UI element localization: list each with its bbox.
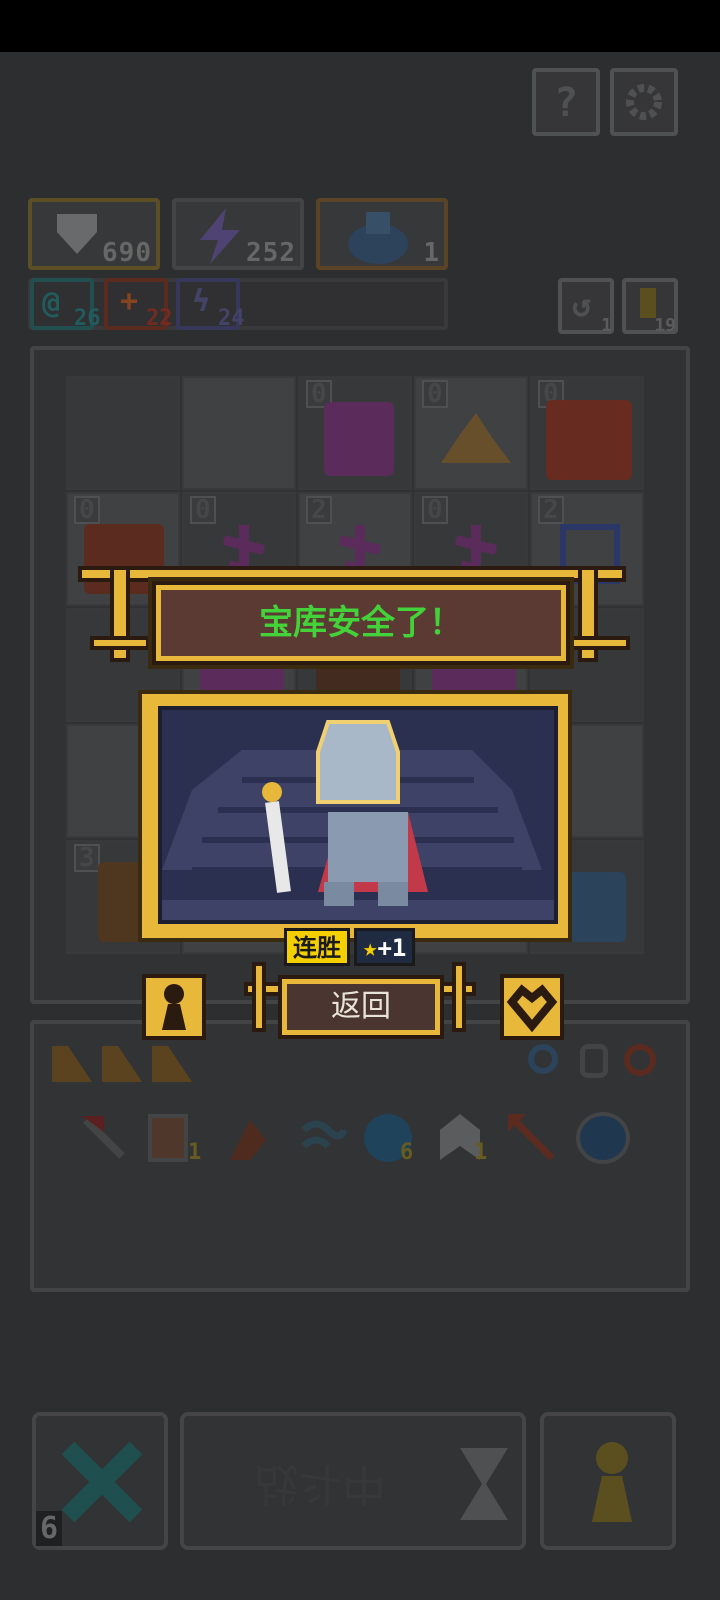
portrait <box>158 706 558 924</box>
heart-action-button[interactable] <box>500 974 564 1040</box>
knight-icon <box>262 720 428 906</box>
streak-bonus-badge: ★+1 <box>354 928 416 966</box>
return-button[interactable]: 返回 <box>278 975 444 1039</box>
streak-label: 连胜 <box>284 928 350 966</box>
status-bar <box>0 0 720 52</box>
banner-foot-left <box>90 636 150 650</box>
return-post-right <box>452 962 466 1032</box>
star-icon: ★ <box>363 934 378 962</box>
pawn-icon <box>162 984 186 1030</box>
streak-bonus: +1 <box>377 934 407 962</box>
win-streak: 连胜 ★+1 <box>284 928 416 966</box>
banner-rail <box>78 566 626 582</box>
return-post-left <box>252 962 266 1032</box>
victory-title: 宝库安全了！ <box>152 581 570 665</box>
banner-foot-right <box>570 636 630 650</box>
heart-icon <box>506 984 558 1033</box>
pawn-action-button[interactable] <box>142 974 206 1040</box>
